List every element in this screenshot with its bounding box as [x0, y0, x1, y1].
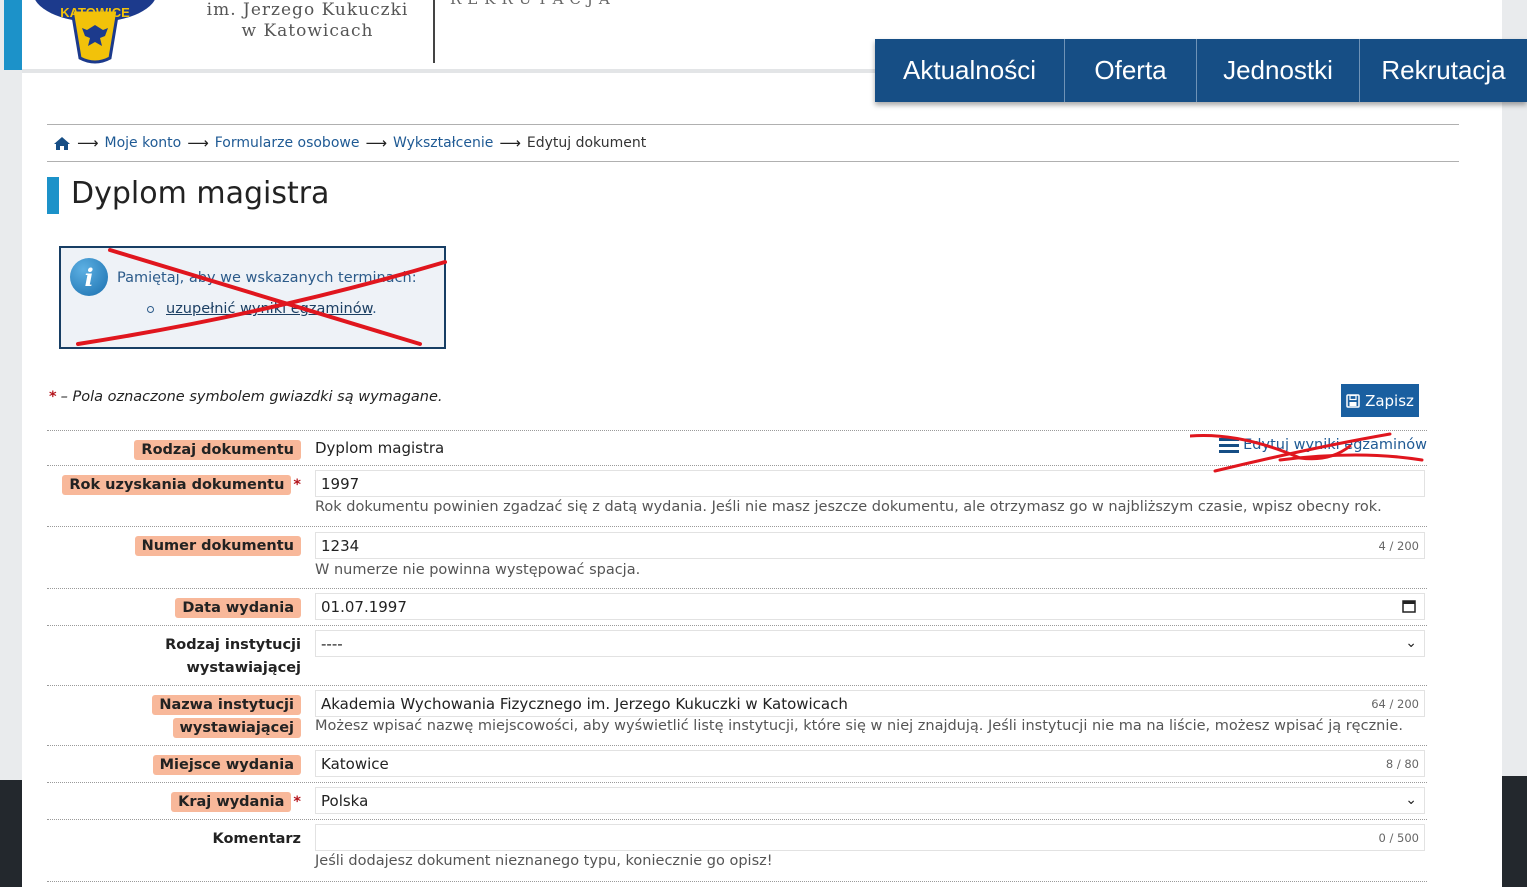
chevron-down-icon: ⌄ [1405, 635, 1417, 651]
breadcrumb-item-formularze[interactable]: Formularze osobowe [215, 135, 360, 151]
info-link-exam-results[interactable]: uzupełnić wyniki egzaminów [166, 301, 372, 317]
form-row-comment: Komentarz 0 / 500 Jeśli dodajesz dokumen… [47, 819, 1427, 881]
page-title: Dyplom magistra [71, 176, 330, 211]
home-icon[interactable] [53, 136, 71, 151]
hint-number: W numerze nie powinna występować spacja. [315, 562, 641, 578]
label-country: Kraj wydania * [171, 791, 301, 814]
breadcrumb-current: Edytuj dokument [526, 135, 647, 151]
list-icon [1219, 437, 1240, 453]
country-select[interactable]: Polska ⌄ [315, 787, 1425, 814]
breadcrumb-item-moje-konto[interactable]: Moje konto [105, 135, 182, 151]
required-fields-note: * – Pola oznaczone symbolem gwiazdki są w… [49, 389, 442, 405]
info-text: Pamiętaj, aby we wskazanych terminach: [117, 270, 417, 286]
label-doc-type: Rodzaj dokumentu [134, 439, 301, 462]
nav-item-rekrutacja[interactable]: Rekrutacja [1360, 39, 1527, 102]
breadcrumb-arrow-icon: ⟶ [187, 134, 209, 152]
required-star-icon: * [293, 794, 301, 810]
form-row-country: Kraj wydania * Polska ⌄ [47, 782, 1427, 819]
breadcrumb-arrow-icon: ⟶ [77, 134, 99, 152]
info-icon: i [70, 258, 108, 296]
section-label: REKRUTACJA [450, 0, 616, 8]
main-nav: Aktualności Oferta Jednostki Rekrutacja [875, 39, 1527, 102]
university-name-line2: w Katowicach [241, 21, 374, 41]
save-button-label: Zapisz [1365, 391, 1414, 410]
breadcrumb-arrow-icon: ⟶ [499, 134, 521, 152]
institution-name-input[interactable]: Akademia Wychowania Fizycznego im. Jerze… [315, 690, 1425, 717]
nav-item-oferta[interactable]: Oferta [1065, 39, 1197, 102]
side-accent-bar [4, 0, 22, 70]
place-input[interactable]: Katowice 8 / 80 [315, 750, 1425, 777]
form-row-institution-type: Rodzaj instytucji wystawiającej ---- ⌄ [47, 625, 1427, 685]
background-dark-right [1501, 776, 1527, 887]
issue-date-input[interactable]: 01.07.1997 [315, 593, 1425, 620]
label-place: Miejsce wydania [152, 754, 301, 777]
breadcrumb: ⟶ Moje konto ⟶ Formularze osobowe ⟶ Wyks… [47, 124, 1459, 162]
form-row-place: Miejsce wydania Katowice 8 / 80 [47, 745, 1427, 782]
university-logo[interactable]: KATOWICE [32, 0, 162, 65]
logo-text: KATOWICE [60, 5, 130, 20]
header-underline [22, 69, 877, 73]
number-input[interactable]: 1234 4 / 200 [315, 532, 1425, 559]
calendar-icon[interactable] [1402, 599, 1416, 613]
char-counter: 0 / 500 [1378, 831, 1419, 845]
chevron-down-icon: ⌄ [1405, 792, 1417, 808]
floppy-disk-icon [1346, 393, 1360, 408]
required-note-text: – Pola oznaczone symbolem gwiazdki są wy… [60, 389, 443, 405]
university-name: im. Jerzego Kukuczki w Katowicach [190, 0, 425, 42]
char-counter: 4 / 200 [1378, 539, 1419, 553]
char-counter: 64 / 200 [1371, 697, 1419, 711]
form-row-year: Rok uzyskania dokumentu * 1997 Rok dokume… [47, 465, 1427, 526]
info-box: i Pamiętaj, aby we wskazanych terminach:… [59, 246, 446, 349]
nav-item-aktualnosci[interactable]: Aktualności [875, 39, 1065, 102]
label-institution-type: Rodzaj instytucji wystawiającej [165, 637, 301, 676]
year-input[interactable]: 1997 [315, 470, 1425, 497]
label-comment: Komentarz [212, 831, 301, 847]
header-divider [433, 0, 435, 63]
hint-institution-name: Możesz wpisać nazwę miejscowości, aby wy… [315, 718, 1403, 734]
form-row-institution-name: Nazwa instytucji wystawiającej Akademia W… [47, 685, 1427, 745]
circle-bullet-icon [147, 305, 154, 313]
required-star-icon: * [49, 389, 57, 405]
form-row-doc-type: Rodzaj dokumentu Dyplom magistra Edytuj … [47, 430, 1427, 465]
char-counter: 8 / 80 [1385, 757, 1419, 771]
edit-exam-results-label: Edytuj wyniki egzaminów [1243, 437, 1427, 453]
university-name-line1: im. Jerzego Kukuczki [206, 0, 409, 20]
label-institution-name: Nazwa instytucji wystawiającej [152, 694, 301, 740]
breadcrumb-item-wyksztalcenie[interactable]: Wykształcenie [393, 135, 493, 151]
form-row-number: Numer dokumentu 1234 4 / 200 W numerze ni… [47, 526, 1427, 588]
form-row-issue-date: Data wydania 01.07.1997 [47, 588, 1427, 625]
hint-comment: Jeśli dodajesz dokument nieznanego typu,… [315, 853, 773, 869]
background-dark-left [0, 780, 22, 887]
label-number: Numer dokumentu [134, 535, 301, 558]
comment-input[interactable]: 0 / 500 [315, 824, 1425, 851]
nav-item-jednostki[interactable]: Jednostki [1197, 39, 1360, 102]
info-list-item: uzupełnić wyniki egzaminów. [147, 301, 377, 317]
breadcrumb-arrow-icon: ⟶ [365, 134, 387, 152]
title-accent [47, 177, 59, 214]
edit-exam-results-link[interactable]: Edytuj wyniki egzaminów [1219, 437, 1427, 453]
label-year: Rok uzyskania dokumentu * [62, 474, 301, 497]
value-doc-type: Dyplom magistra [315, 439, 445, 457]
save-button[interactable]: Zapisz [1341, 384, 1419, 417]
hint-year: Rok dokumentu powinien zgadzać się z dat… [315, 499, 1382, 515]
info-link-suffix: . [372, 301, 377, 317]
institution-type-select[interactable]: ---- ⌄ [315, 630, 1425, 657]
label-issue-date: Data wydania [175, 597, 301, 620]
required-star-icon: * [293, 477, 301, 493]
page-container: KATOWICE im. Jerzego Kukuczki w Katowica… [22, 0, 1527, 887]
form-row-end [47, 881, 1427, 887]
